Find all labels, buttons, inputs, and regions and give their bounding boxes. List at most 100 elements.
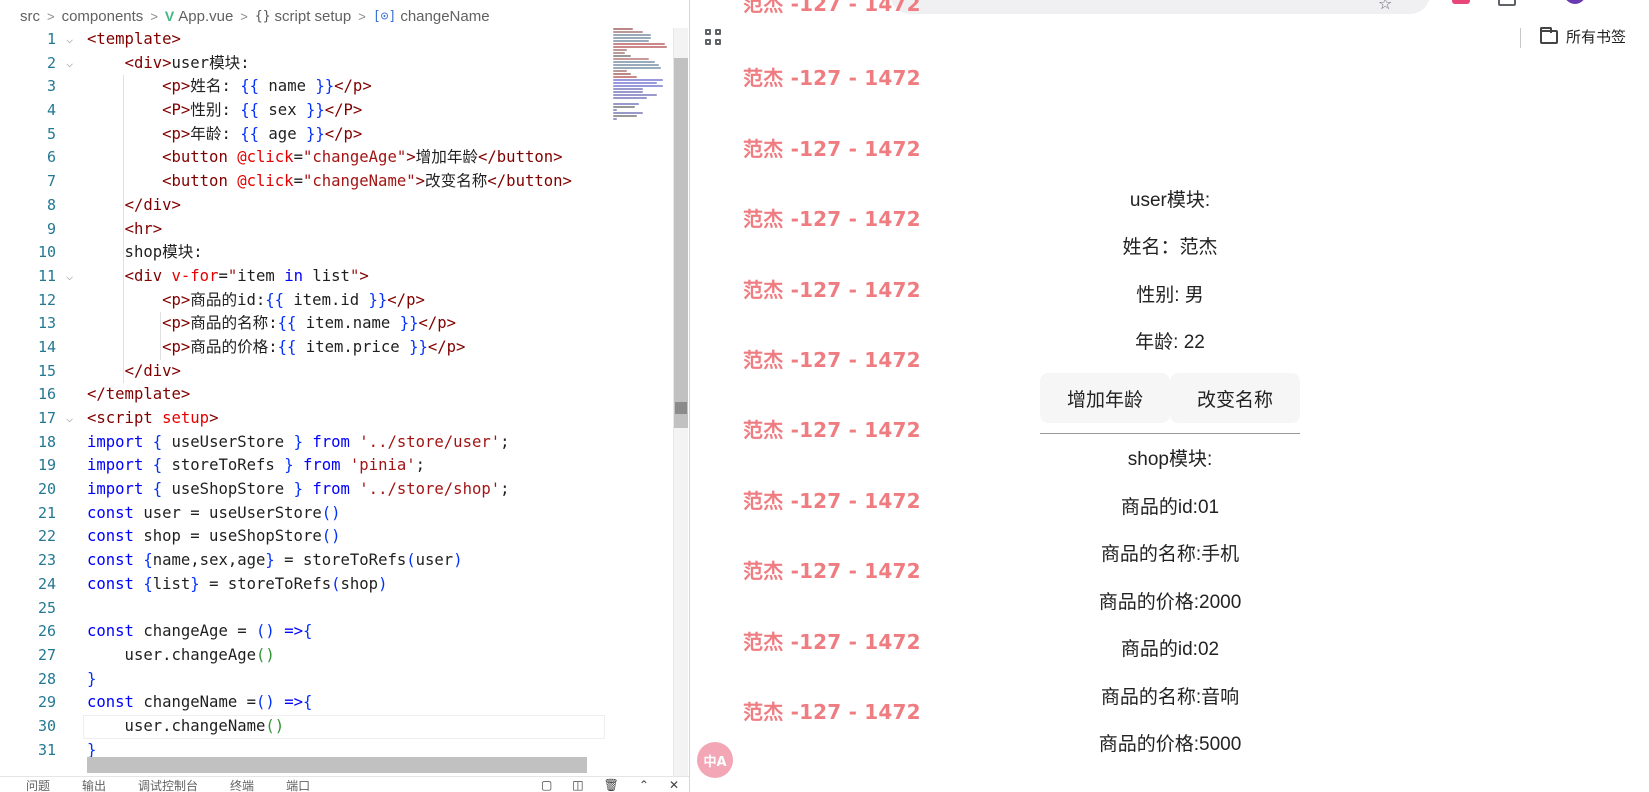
- tab-terminal[interactable]: 终端: [230, 777, 254, 792]
- line-number[interactable]: 12: [0, 289, 80, 313]
- line-number[interactable]: 17 ⌵: [0, 407, 80, 431]
- code-line[interactable]: </div>: [87, 194, 607, 218]
- bookmark-star-icon[interactable]: ☆: [1378, 0, 1392, 13]
- all-bookmarks-button[interactable]: 所有书签: [1540, 26, 1626, 47]
- scrollbar-thumb[interactable]: [674, 58, 688, 428]
- tab-ports[interactable]: 端口: [286, 777, 310, 792]
- line-number[interactable]: 20: [0, 478, 80, 502]
- code-line[interactable]: <button @click="changeName">改变名称</button…: [87, 170, 607, 194]
- apps-grid-icon[interactable]: [705, 29, 725, 49]
- code-line[interactable]: const {name,sex,age} = storeToRefs(user): [87, 549, 607, 573]
- code-line[interactable]: <p>商品的id:{{ item.id }}</p>: [87, 289, 607, 313]
- line-number[interactable]: 6: [0, 146, 80, 170]
- fold-chevron-icon[interactable]: ⌵: [66, 52, 73, 76]
- code-line[interactable]: const {list} = storeToRefs(shop): [87, 573, 607, 597]
- line-number[interactable]: 18: [0, 431, 80, 455]
- code-line[interactable]: <template>: [87, 28, 607, 52]
- line-number[interactable]: 9: [0, 218, 80, 242]
- line-number[interactable]: 15: [0, 360, 80, 384]
- code-line[interactable]: import { useShopStore } from '../store/s…: [87, 478, 607, 502]
- minimap-row: [613, 109, 617, 111]
- code-line[interactable]: import { storeToRefs } from 'pinia';: [87, 454, 607, 478]
- code-text-area[interactable]: <template> <div>user模块: <p>姓名: {{ name }…: [83, 28, 607, 762]
- code-line[interactable]: import { useUserStore } from '../store/u…: [87, 431, 607, 455]
- line-number[interactable]: 27: [0, 644, 80, 668]
- chevron-up-icon[interactable]: ⌃: [639, 778, 649, 792]
- line-number[interactable]: 1 ⌵: [0, 28, 80, 52]
- breadcrumb-components[interactable]: components: [62, 8, 144, 25]
- code-line[interactable]: [87, 597, 607, 621]
- increase-age-button[interactable]: 增加年龄: [1040, 373, 1170, 423]
- code-line[interactable]: <div v-for="item in list">: [87, 265, 607, 289]
- tab-problems[interactable]: 问题: [26, 777, 50, 792]
- line-number[interactable]: 8: [0, 194, 80, 218]
- line-number-gutter[interactable]: 1 ⌵ 2 ⌵ 3 4 5 6 7 8 9 10 11 ⌵ 12 13 14 15 16 17 ⌵ 18 19 20 21 22 2…: [0, 28, 80, 762]
- tab-output[interactable]: 输出: [82, 777, 106, 792]
- line-number[interactable]: 2 ⌵: [0, 52, 80, 76]
- line-number[interactable]: 24: [0, 573, 80, 597]
- method-icon: [⊙]: [372, 8, 397, 24]
- line-number[interactable]: 29: [0, 691, 80, 715]
- line-number[interactable]: 3: [0, 75, 80, 99]
- code-line[interactable]: </template>: [87, 383, 607, 407]
- line-number[interactable]: 14: [0, 336, 80, 360]
- line-number[interactable]: 13: [0, 312, 80, 336]
- close-icon[interactable]: ✕: [669, 778, 679, 792]
- code-line[interactable]: const user = useUserStore(): [87, 502, 607, 526]
- breadcrumb-src[interactable]: src: [20, 8, 40, 25]
- line-number[interactable]: 11 ⌵: [0, 265, 80, 289]
- minimap[interactable]: [613, 28, 673, 120]
- line-number[interactable]: 10: [0, 241, 80, 265]
- code-line[interactable]: user.changeName(): [83, 714, 607, 739]
- code-line[interactable]: }: [87, 668, 607, 692]
- line-number[interactable]: 22: [0, 525, 80, 549]
- line-number[interactable]: 21: [0, 502, 80, 526]
- line-number[interactable]: 23: [0, 549, 80, 573]
- breadcrumb-app-vue[interactable]: App.vue: [178, 8, 233, 25]
- code-line[interactable]: <p>姓名: {{ name }}</p>: [87, 75, 607, 99]
- line-number[interactable]: 5: [0, 123, 80, 147]
- line-number[interactable]: 26: [0, 620, 80, 644]
- code-line[interactable]: <script setup>: [87, 407, 607, 431]
- code-line[interactable]: const shop = useShopStore(): [87, 525, 607, 549]
- breadcrumb-script-setup[interactable]: script setup: [275, 8, 352, 25]
- fold-chevron-icon[interactable]: ⌵: [66, 407, 73, 431]
- change-name-button[interactable]: 改变名称: [1170, 373, 1300, 423]
- code-line[interactable]: </div>: [87, 360, 607, 384]
- line-number[interactable]: 28: [0, 668, 80, 692]
- tab-debug-console[interactable]: 调试控制台: [138, 777, 198, 792]
- breadcrumb-change-name[interactable]: changeName: [400, 8, 489, 25]
- fold-chevron-icon[interactable]: ⌵: [66, 265, 73, 289]
- minimap-row: [613, 106, 635, 108]
- vertical-scrollbar[interactable]: [673, 28, 688, 792]
- line-number[interactable]: 25: [0, 597, 80, 621]
- code-line[interactable]: <p>商品的名称:{{ item.name }}</p>: [87, 312, 607, 336]
- line-number[interactable]: 7: [0, 170, 80, 194]
- trash-icon[interactable]: 🗑: [604, 778, 619, 792]
- code-line[interactable]: <hr>: [87, 218, 607, 242]
- code-line[interactable]: user.changeAge(): [87, 644, 607, 668]
- code-line[interactable]: const changeName =() =>{: [87, 691, 607, 715]
- line-number[interactable]: 16: [0, 383, 80, 407]
- extension-icon[interactable]: [1452, 0, 1470, 4]
- line-number[interactable]: 4: [0, 99, 80, 123]
- address-bar[interactable]: [890, 0, 1430, 14]
- code-line[interactable]: <button @click="changeAge">增加年龄</button>: [87, 146, 607, 170]
- code-editor[interactable]: src > components > V App.vue > {} script…: [0, 0, 689, 792]
- code-line[interactable]: <p>商品的价格:{{ item.price }}</p>: [87, 336, 607, 360]
- translate-icon[interactable]: 中A: [697, 742, 733, 778]
- tab-search-icon[interactable]: [1498, 0, 1516, 6]
- fold-chevron-icon[interactable]: ⌵: [66, 28, 73, 52]
- code-line[interactable]: <div>user模块:: [87, 52, 607, 76]
- profile-avatar-icon[interactable]: [1564, 0, 1586, 4]
- code-line[interactable]: shop模块:: [87, 241, 607, 265]
- code-line[interactable]: const changeAge = () =>{: [87, 620, 607, 644]
- line-number[interactable]: 19: [0, 454, 80, 478]
- line-number[interactable]: 31: [0, 739, 80, 763]
- line-number[interactable]: 30: [0, 715, 80, 739]
- code-line[interactable]: <P>性别: {{ sex }}</P>: [87, 99, 607, 123]
- horizontal-scrollbar[interactable]: [87, 757, 587, 773]
- terminal-icon[interactable]: ▢: [541, 778, 552, 792]
- split-terminal-icon[interactable]: ◫: [572, 778, 583, 792]
- code-line[interactable]: <p>年龄: {{ age }}</p>: [87, 123, 607, 147]
